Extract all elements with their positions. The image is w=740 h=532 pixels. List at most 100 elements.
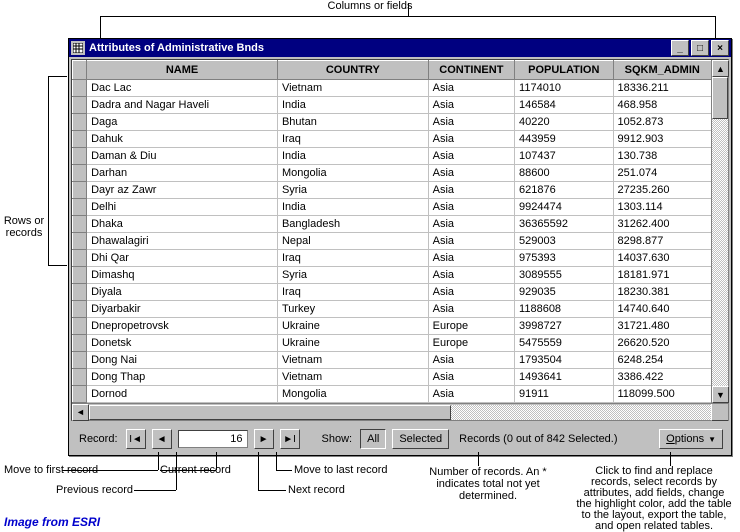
row-selector[interactable] <box>73 352 87 369</box>
cell-continent[interactable]: Asia <box>428 80 514 97</box>
cell-country[interactable]: Mongolia <box>277 165 428 182</box>
show-all-button[interactable]: All <box>360 429 386 449</box>
cell-continent[interactable]: Asia <box>428 97 514 114</box>
col-name[interactable]: NAME <box>87 61 278 80</box>
table-row[interactable]: DimashqSyriaAsia308955518181.971 <box>73 267 712 284</box>
table-row[interactable]: DiyarbakirTurkeyAsia118860814740.640 <box>73 301 712 318</box>
table-row[interactable]: Dong NaiVietnamAsia17935046248.254 <box>73 352 712 369</box>
cell-sqkm[interactable]: 31262.400 <box>613 216 712 233</box>
cell-country[interactable]: Iraq <box>277 284 428 301</box>
cell-sqkm[interactable]: 3386.422 <box>613 369 712 386</box>
col-population[interactable]: POPULATION <box>515 61 613 80</box>
table-row[interactable]: DnepropetrovskUkraineEurope399872731721.… <box>73 318 712 335</box>
cell-name[interactable]: Dimashq <box>87 267 278 284</box>
row-selector[interactable] <box>73 267 87 284</box>
table-row[interactable]: Dhi QarIraqAsia97539314037.630 <box>73 250 712 267</box>
cell-country[interactable]: Syria <box>277 267 428 284</box>
cell-population[interactable]: 107437 <box>515 148 613 165</box>
table-row[interactable]: Daman & DiuIndiaAsia107437130.738 <box>73 148 712 165</box>
cell-population[interactable]: 146584 <box>515 97 613 114</box>
table-row[interactable]: DhakaBangladeshAsia3636559231262.400 <box>73 216 712 233</box>
cell-name[interactable]: Diyarbakir <box>87 301 278 318</box>
cell-continent[interactable]: Europe <box>428 318 514 335</box>
first-record-button[interactable]: I◄ <box>126 429 146 449</box>
vscroll-thumb[interactable] <box>712 77 728 119</box>
row-selector[interactable] <box>73 80 87 97</box>
cell-name[interactable]: Dahuk <box>87 131 278 148</box>
row-selector[interactable] <box>73 250 87 267</box>
cell-continent[interactable]: Asia <box>428 284 514 301</box>
cell-country[interactable]: Vietnam <box>277 369 428 386</box>
row-selector[interactable] <box>73 216 87 233</box>
cell-country[interactable]: Nepal <box>277 233 428 250</box>
cell-population[interactable]: 40220 <box>515 114 613 131</box>
cell-population[interactable]: 443959 <box>515 131 613 148</box>
cell-population[interactable]: 975393 <box>515 250 613 267</box>
last-record-button[interactable]: ►I <box>280 429 300 449</box>
row-selector[interactable] <box>73 182 87 199</box>
scroll-left-icon[interactable]: ◄ <box>72 404 89 421</box>
hscroll-thumb[interactable] <box>89 405 451 420</box>
cell-population[interactable]: 5475559 <box>515 335 613 352</box>
cell-population[interactable]: 1493641 <box>515 369 613 386</box>
col-continent[interactable]: CONTINENT <box>428 61 514 80</box>
cell-population[interactable]: 36365592 <box>515 216 613 233</box>
cell-continent[interactable]: Asia <box>428 352 514 369</box>
cell-continent[interactable]: Asia <box>428 182 514 199</box>
cell-name[interactable]: Dnepropetrovsk <box>87 318 278 335</box>
minimize-button[interactable]: _ <box>671 40 689 56</box>
table-row[interactable]: DiyalaIraqAsia92903518230.381 <box>73 284 712 301</box>
cell-population[interactable]: 9924474 <box>515 199 613 216</box>
cell-population[interactable]: 1188608 <box>515 301 613 318</box>
cell-population[interactable]: 621876 <box>515 182 613 199</box>
cell-continent[interactable]: Asia <box>428 233 514 250</box>
cell-country[interactable]: Ukraine <box>277 318 428 335</box>
table-row[interactable]: DagaBhutanAsia402201052.873 <box>73 114 712 131</box>
cell-sqkm[interactable]: 251.074 <box>613 165 712 182</box>
cell-population[interactable]: 3089555 <box>515 267 613 284</box>
row-selector[interactable] <box>73 284 87 301</box>
cell-sqkm[interactable]: 14037.630 <box>613 250 712 267</box>
cell-continent[interactable]: Asia <box>428 165 514 182</box>
table-row[interactable]: Dong ThapVietnamAsia14936413386.422 <box>73 369 712 386</box>
cell-name[interactable]: Delhi <box>87 199 278 216</box>
cell-continent[interactable]: Asia <box>428 148 514 165</box>
table-row[interactable]: DhawalagiriNepalAsia5290038298.877 <box>73 233 712 250</box>
cell-sqkm[interactable]: 130.738 <box>613 148 712 165</box>
cell-sqkm[interactable]: 6248.254 <box>613 352 712 369</box>
cell-sqkm[interactable]: 468.958 <box>613 97 712 114</box>
cell-name[interactable]: Donetsk <box>87 335 278 352</box>
maximize-button[interactable]: □ <box>691 40 709 56</box>
titlebar[interactable]: Attributes of Administrative Bnds _ □ × <box>69 39 731 57</box>
row-selector[interactable] <box>73 114 87 131</box>
cell-country[interactable]: Vietnam <box>277 80 428 97</box>
cell-sqkm[interactable]: 8298.877 <box>613 233 712 250</box>
cell-continent[interactable]: Asia <box>428 199 514 216</box>
cell-continent[interactable]: Europe <box>428 335 514 352</box>
table-row[interactable]: DarhanMongoliaAsia88600251.074 <box>73 165 712 182</box>
vertical-scrollbar[interactable]: ▲ ▼ <box>711 60 728 403</box>
row-selector[interactable] <box>73 233 87 250</box>
data-table[interactable]: NAME COUNTRY CONTINENT POPULATION SQKM_A… <box>72 60 712 403</box>
cell-population[interactable]: 929035 <box>515 284 613 301</box>
cell-name[interactable]: Dong Nai <box>87 352 278 369</box>
row-selector[interactable] <box>73 131 87 148</box>
options-button[interactable]: OOptionsptions▼ <box>659 429 723 449</box>
cell-country[interactable]: Syria <box>277 182 428 199</box>
row-selector[interactable] <box>73 148 87 165</box>
col-sqkm[interactable]: SQKM_ADMIN <box>613 61 712 80</box>
previous-record-button[interactable]: ◄ <box>152 429 172 449</box>
row-selector[interactable] <box>73 199 87 216</box>
cell-country[interactable]: Turkey <box>277 301 428 318</box>
cell-country[interactable]: Mongolia <box>277 386 428 403</box>
row-selector[interactable] <box>73 97 87 114</box>
cell-sqkm[interactable]: 26620.520 <box>613 335 712 352</box>
cell-continent[interactable]: Asia <box>428 131 514 148</box>
cell-country[interactable]: Ukraine <box>277 335 428 352</box>
cell-name[interactable]: Dayr az Zawr <box>87 182 278 199</box>
cell-sqkm[interactable]: 18181.971 <box>613 267 712 284</box>
table-row[interactable]: Dayr az ZawrSyriaAsia62187627235.260 <box>73 182 712 199</box>
cell-sqkm[interactable]: 27235.260 <box>613 182 712 199</box>
cell-country[interactable]: Iraq <box>277 250 428 267</box>
row-selector[interactable] <box>73 335 87 352</box>
